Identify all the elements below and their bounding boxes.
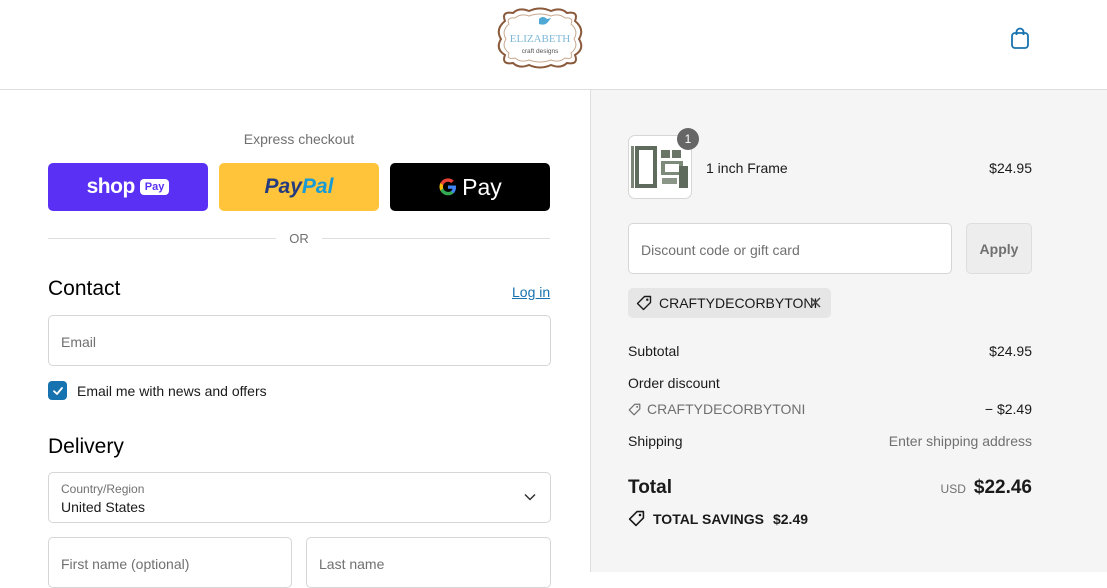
paypal-button[interactable]: PayPal xyxy=(219,163,379,211)
apply-discount-button[interactable]: Apply xyxy=(966,223,1032,274)
total-value: $22.46 xyxy=(973,477,1032,498)
currency-code: USD xyxy=(940,482,966,496)
email-field[interactable]: Email xyxy=(48,315,551,366)
country-select[interactable]: Country/Region United States xyxy=(48,472,551,523)
savings-label: TOTAL SAVINGS xyxy=(653,510,764,527)
savings-value: $2.49 xyxy=(772,510,809,527)
tag-icon xyxy=(628,403,641,415)
checkmark-icon xyxy=(52,386,63,395)
or-divider: OR xyxy=(48,230,550,248)
first-name-placeholder: First name (optional) xyxy=(61,556,190,572)
logo-tagline: craft designs xyxy=(522,48,560,55)
total-amount: USD $22.46 xyxy=(941,477,1032,499)
country-value: United States xyxy=(61,499,146,515)
country-label: Country/Region xyxy=(61,482,145,496)
delivery-heading: Delivery xyxy=(48,435,124,458)
order-discount-label: Order discount xyxy=(628,375,720,391)
subtotal-value: $24.95 xyxy=(989,343,1032,359)
google-g-icon xyxy=(439,178,457,196)
newsletter-checkbox[interactable] xyxy=(48,381,67,400)
google-pay-wordmark: Pay xyxy=(438,174,502,201)
paypal-wordmark: PayPal xyxy=(264,175,334,198)
applied-discount-chip: CRAFTYDECORBYTONI xyxy=(628,288,831,318)
last-name-field[interactable]: Last name xyxy=(306,537,551,588)
google-pay-button[interactable]: Pay xyxy=(390,163,550,211)
elizabeth-craft-logo[interactable]: ELIZABETH craft designs xyxy=(493,7,587,69)
tag-icon xyxy=(636,295,652,311)
first-name-field[interactable]: First name (optional) xyxy=(48,537,292,588)
email-placeholder: Email xyxy=(61,334,97,350)
discount-code-field[interactable]: Discount code or gift card xyxy=(628,223,952,274)
discount-code-row: CRAFTYDECORBYTONI − $2.49 xyxy=(628,401,1032,417)
total-savings: TOTAL SAVINGS $2.49 xyxy=(628,510,808,527)
shopping-bag-icon[interactable] xyxy=(1008,26,1032,50)
last-name-placeholder: Last name xyxy=(319,556,385,572)
or-label: OR xyxy=(289,231,309,246)
discount-value: − $2.49 xyxy=(984,401,1032,417)
shipping-row: Shipping Enter shipping address xyxy=(628,433,1032,449)
quantity-badge: 1 xyxy=(677,128,699,150)
order-discount-row: Order discount xyxy=(628,375,1032,391)
login-link[interactable]: Log in xyxy=(512,284,550,300)
site-header: ELIZABETH craft designs xyxy=(0,0,1107,90)
shop-pay-badge: Pay xyxy=(139,179,170,195)
chevron-down-icon xyxy=(524,493,536,501)
subtotal-label: Subtotal xyxy=(628,343,680,359)
shop-pay-button[interactable]: shop Pay xyxy=(48,163,208,211)
newsletter-label[interactable]: Email me with news and offers xyxy=(77,383,267,399)
contact-heading: Contact xyxy=(48,277,121,300)
remove-discount-icon[interactable] xyxy=(809,296,822,309)
express-checkout-label: Express checkout xyxy=(243,131,355,147)
product-price: $24.95 xyxy=(989,160,1032,176)
shipping-label: Shipping xyxy=(628,433,683,449)
logo-wordmark: ELIZABETH xyxy=(510,33,571,45)
shop-pay-wordmark: shop xyxy=(86,175,136,198)
discount-code-label: CRAFTYDECORBYTONI xyxy=(647,401,806,417)
product-name: 1 inch Frame xyxy=(706,160,788,176)
applied-code-label: CRAFTYDECORBYTONI xyxy=(659,295,818,311)
discount-placeholder: Discount code or gift card xyxy=(641,242,800,258)
total-label: Total xyxy=(628,477,672,498)
savings-tag-icon xyxy=(628,510,645,527)
subtotal-row: Subtotal $24.95 xyxy=(628,343,1032,359)
discount-code-info: CRAFTYDECORBYTONI xyxy=(628,401,1032,417)
shipping-value: Enter shipping address xyxy=(888,433,1032,449)
